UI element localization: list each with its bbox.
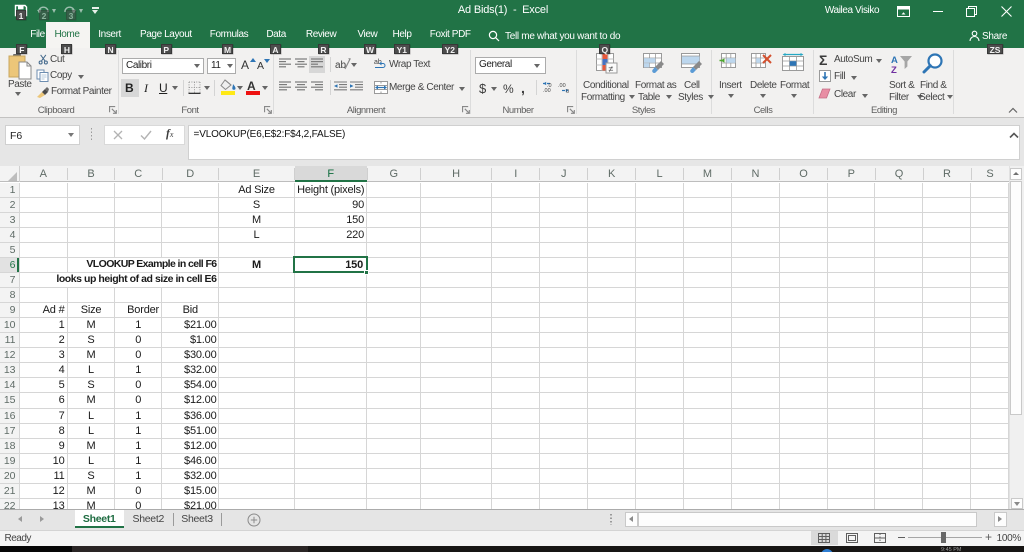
svg-text:Z: Z bbox=[891, 65, 897, 75]
svg-text:.00: .00 bbox=[543, 88, 551, 93]
svg-text:≠: ≠ bbox=[609, 64, 614, 74]
svg-text:.00: .00 bbox=[558, 83, 566, 89]
svg-text:0: 0 bbox=[566, 89, 569, 93]
svg-text:ab: ab bbox=[335, 60, 347, 71]
